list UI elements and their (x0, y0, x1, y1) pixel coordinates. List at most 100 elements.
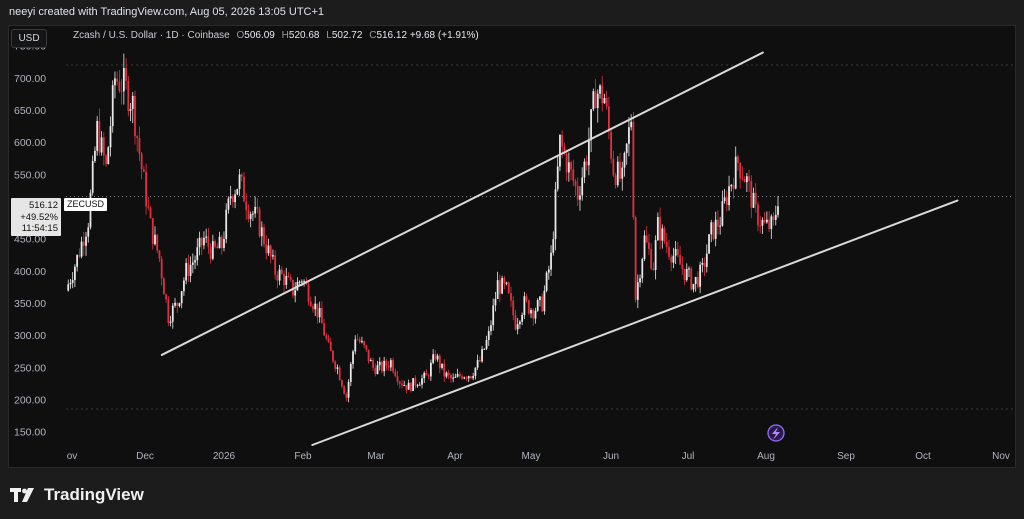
candle-body (105, 155, 107, 164)
candle-body (741, 178, 744, 180)
candle-body (532, 310, 535, 319)
candle-body (745, 176, 748, 183)
candle-body (763, 219, 766, 223)
candle-body (396, 376, 399, 382)
candle-body (151, 218, 154, 245)
x-tick-label: Jul (682, 451, 695, 462)
candle-body (381, 361, 383, 372)
candle-body (252, 213, 254, 215)
candle-body (160, 258, 163, 279)
price-chart[interactable]: 750.00700.00650.00600.00550.00500.00450.… (0, 0, 1024, 519)
candle-body (258, 208, 261, 237)
candle-body (158, 250, 161, 259)
candle-body (685, 269, 688, 281)
candle-body (272, 255, 274, 257)
footer-brand[interactable]: TradingView (10, 484, 144, 506)
candle-body (714, 219, 717, 239)
candle-body (692, 283, 695, 290)
candle-body (441, 363, 443, 368)
candle-body (125, 68, 127, 81)
candle-body (116, 78, 119, 82)
candle-body (174, 302, 176, 306)
candle-body (723, 197, 726, 202)
candle-body (140, 153, 143, 170)
candle-body (628, 127, 630, 144)
candle-body (389, 360, 392, 368)
last-price: 516.12 (28, 200, 58, 211)
change-value: +9.68 (+1.91%) (409, 30, 479, 41)
candle-body (374, 367, 377, 375)
candle-body (78, 255, 81, 257)
candle-body (599, 85, 601, 94)
candle-body (525, 296, 528, 301)
candle-body (185, 262, 188, 281)
candle-body (309, 301, 312, 307)
candle-body (641, 259, 644, 279)
candle-body (467, 376, 470, 379)
candle-body (610, 131, 613, 159)
low-value: 502.72 (331, 30, 363, 41)
candle-body (539, 296, 541, 301)
candle-body (425, 372, 428, 376)
candle-body (336, 367, 339, 369)
candle-body (570, 162, 572, 170)
candle-body (234, 194, 236, 203)
candle-body (703, 262, 706, 267)
x-tick-label: Feb (294, 451, 312, 462)
candle-body (418, 384, 421, 386)
candle-body (307, 284, 310, 302)
y-tick-label: 200.00 (14, 394, 46, 406)
candle-body (187, 262, 190, 276)
candle-body (567, 162, 570, 173)
candle-body (450, 374, 452, 379)
candle-body (276, 274, 279, 281)
candle-body (347, 381, 350, 398)
candle-body (454, 376, 457, 378)
candle-body (774, 214, 777, 220)
candle-body (654, 240, 657, 270)
candle-body (523, 296, 526, 315)
candle-body (543, 290, 546, 312)
candle-body (757, 204, 759, 226)
candle-body (447, 372, 450, 375)
candle-body (183, 280, 185, 292)
candle-body (550, 252, 552, 270)
candle-body (145, 171, 147, 207)
candle-body (245, 201, 248, 211)
candle-body (527, 300, 530, 314)
change-percent: +49.52% (20, 211, 58, 223)
candle-body (127, 80, 130, 111)
candle-body (516, 324, 519, 330)
candle-body (294, 290, 297, 296)
x-tick-label: Jun (603, 451, 619, 462)
candle-body (656, 217, 659, 241)
candle-body (625, 143, 628, 154)
candle-body (74, 266, 76, 280)
candle-body (120, 90, 123, 92)
candle-body (369, 359, 372, 362)
candle-body (80, 241, 83, 257)
candle-body (616, 161, 619, 186)
candle-body (765, 219, 768, 223)
candle-body (443, 363, 446, 377)
candle-body (363, 341, 366, 346)
candle-body (69, 282, 72, 285)
candle-body (265, 244, 268, 254)
candle-body (552, 239, 555, 253)
candle-body (365, 345, 368, 350)
candle-body (590, 109, 592, 141)
candle-body (565, 153, 568, 173)
close-value: 516.12 (376, 30, 408, 41)
candle-body (739, 162, 742, 179)
open-value: 506.09 (244, 30, 275, 41)
candle-body (198, 237, 201, 248)
candle-body (367, 349, 370, 362)
candle-body (514, 315, 517, 330)
currency-button[interactable]: USD (11, 29, 47, 48)
candle-body (343, 386, 346, 394)
candle-body (236, 189, 239, 195)
candle-body (229, 196, 232, 199)
candle-body (203, 237, 205, 246)
candle-body (385, 360, 388, 366)
candle-body (679, 255, 681, 265)
